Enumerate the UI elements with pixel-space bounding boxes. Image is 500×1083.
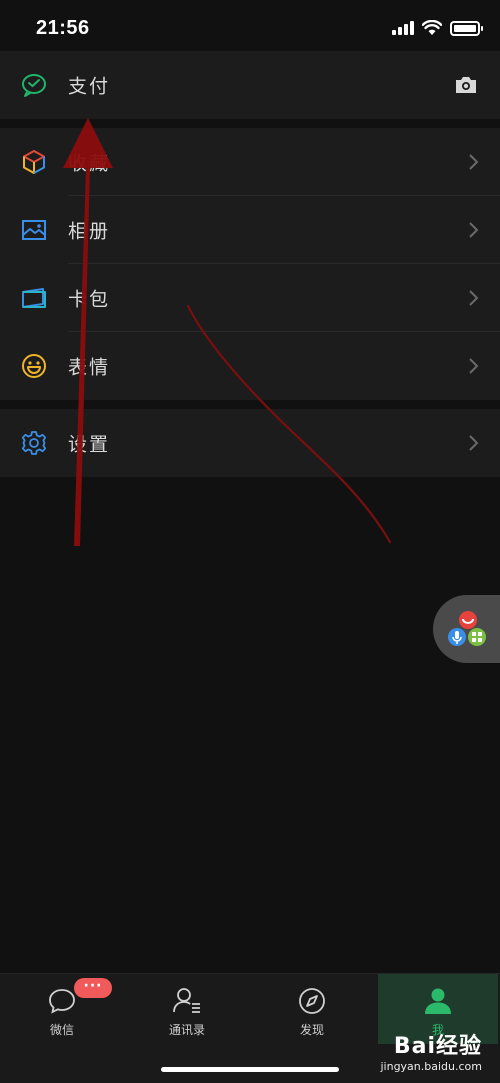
menu-item-label: 设置 <box>68 433 111 456</box>
sticker-smile-icon <box>22 354 46 378</box>
tab-discover[interactable]: 发现 <box>252 974 372 1044</box>
chevron-right-icon <box>469 435 479 451</box>
floating-assistant-button[interactable] <box>433 595 500 663</box>
watermark-url: jingyan.baidu.com <box>380 1060 482 1073</box>
chevron-right-icon <box>469 222 479 238</box>
chevron-right-icon <box>469 290 479 306</box>
unread-badge: ··· <box>74 978 112 998</box>
menu-item-settings[interactable]: 设置 <box>0 409 500 477</box>
me-person-icon <box>425 988 451 1014</box>
status-time: 21:56 <box>36 17 90 39</box>
floating-assistant-icon <box>448 611 486 646</box>
settings-group: 设置 <box>0 409 500 477</box>
menu-item-label: 收藏 <box>68 152 111 175</box>
menu-item-label: 表情 <box>68 356 111 379</box>
pay-group: 支付 <box>0 51 500 119</box>
battery-full-icon <box>450 20 483 36</box>
home-indicator[interactable] <box>161 1067 339 1072</box>
favorites-cube-icon <box>23 150 45 174</box>
tab-chats[interactable]: ··· 微信 <box>2 974 122 1044</box>
tab-contacts[interactable]: 通讯录 <box>127 974 247 1044</box>
menu-item-album[interactable]: 相册 <box>0 196 500 264</box>
chat-bubble-icon <box>49 989 75 1014</box>
tab-label: 发现 <box>299 1023 324 1037</box>
discover-compass-icon <box>299 988 325 1014</box>
contacts-icon <box>173 988 200 1013</box>
menu-item-label: 支付 <box>68 75 111 98</box>
menu-group: 收藏 相册 卡包 表情 <box>0 128 500 400</box>
menu-item-label: 相册 <box>68 220 111 243</box>
camera-icon[interactable] <box>454 75 478 95</box>
album-picture-icon <box>22 220 46 240</box>
menu-item-label: 卡包 <box>68 288 111 311</box>
card-wallet-icon <box>22 288 46 308</box>
wechat-pay-icon <box>22 74 46 97</box>
menu-item-pay[interactable]: 支付 <box>0 51 500 119</box>
tab-label: 微信 <box>49 1023 74 1037</box>
wifi-icon <box>422 20 442 35</box>
menu-item-stickers[interactable]: 表情 <box>0 332 500 400</box>
menu-item-favorites[interactable]: 收藏 <box>0 128 500 196</box>
chevron-right-icon <box>469 358 479 374</box>
settings-gear-icon <box>21 431 47 455</box>
cellular-signal-icon <box>392 21 414 35</box>
status-bar: 21:56 <box>0 0 500 50</box>
watermark: Bai经验 jingyan.baidu.com <box>380 1028 482 1073</box>
tab-label: 通讯录 <box>168 1023 205 1037</box>
chevron-right-icon <box>469 154 479 170</box>
status-icons <box>392 20 483 36</box>
menu-item-card-wallet[interactable]: 卡包 <box>0 264 500 332</box>
watermark-logo: Bai经验 <box>393 1034 482 1059</box>
